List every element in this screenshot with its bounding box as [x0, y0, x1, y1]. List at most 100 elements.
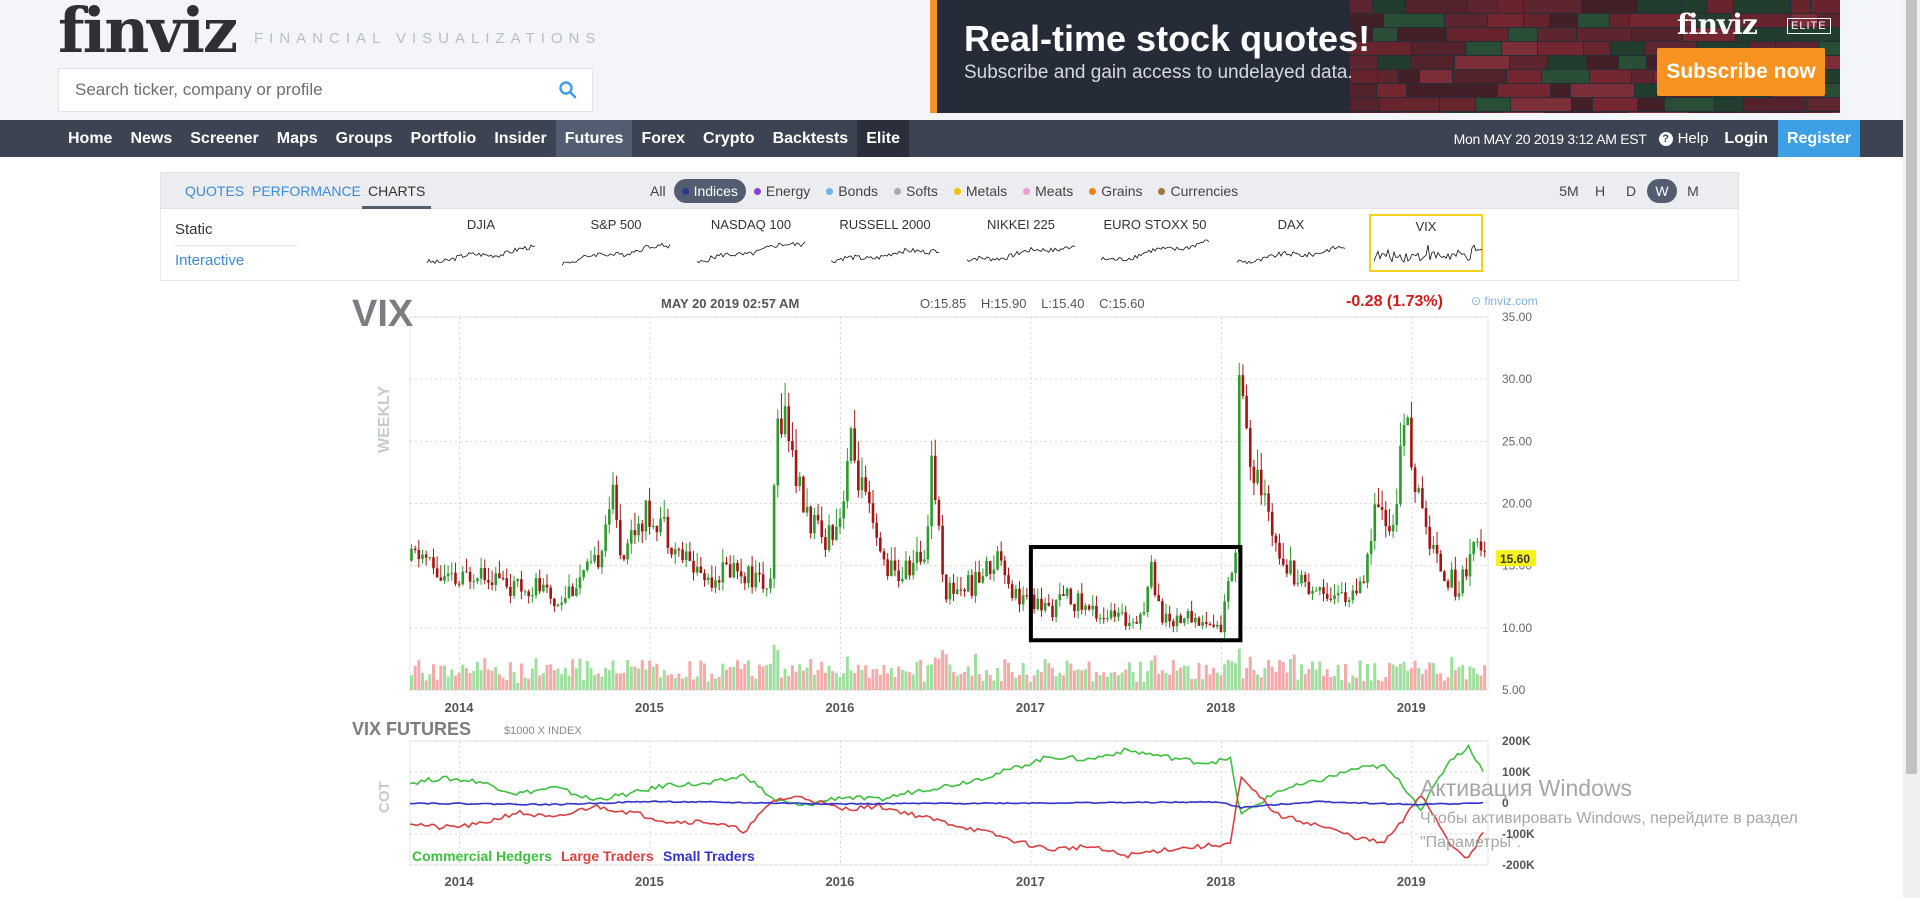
candle-body	[922, 559, 926, 562]
timeframe-h[interactable]: H	[1585, 179, 1615, 203]
mini-chart-s-p-500[interactable]: S&P 500	[559, 214, 673, 272]
chart-open: O:15.85	[920, 296, 967, 311]
candle-body	[1347, 600, 1351, 602]
interactive-mode-link[interactable]: Interactive	[175, 252, 244, 269]
timeframe-w[interactable]: W	[1647, 179, 1677, 203]
timeframe-m[interactable]: M	[1678, 179, 1708, 203]
candle-body	[813, 514, 816, 534]
search-icon[interactable]	[558, 80, 578, 100]
candle-body	[1248, 428, 1252, 467]
candle-body	[966, 575, 970, 592]
volume-bar	[1032, 675, 1036, 690]
candle-body	[479, 567, 483, 579]
candle-body	[476, 578, 479, 582]
promo-banner[interactable]: Real-time stock quotes! Subscribe and ga…	[930, 0, 1840, 113]
chart-brand[interactable]: ⊙ finviz.com	[1471, 294, 1538, 308]
timeframe-d[interactable]: D	[1616, 179, 1646, 203]
candle-body	[1289, 560, 1292, 574]
group-filter-bonds[interactable]: Bonds	[818, 179, 886, 203]
nav-item-crypto[interactable]: Crypto	[694, 120, 764, 157]
volume-bar	[618, 673, 622, 690]
candle-body	[1205, 622, 1208, 624]
finviz-logo[interactable]: finviz	[58, 0, 238, 62]
candle-body	[717, 580, 721, 583]
group-filter-indices[interactable]: Indices	[673, 179, 746, 203]
volume-bar	[450, 669, 454, 690]
mini-chart-euro-stoxx-50[interactable]: EURO STOXX 50	[1098, 214, 1212, 272]
vix-chart[interactable]: 35.0030.0025.0020.0015.0010.005.00201420…	[0, 285, 1920, 898]
volume-bar	[897, 666, 901, 690]
help-icon[interactable]: ?	[1658, 131, 1673, 146]
help-link[interactable]: Help	[1678, 130, 1709, 147]
candle-body	[666, 516, 670, 548]
volume-bar	[1102, 672, 1106, 690]
banner-heat-cell	[1498, 0, 1523, 13]
nav-item-forex[interactable]: Forex	[632, 120, 694, 157]
group-filter-softs[interactable]: Softs	[886, 179, 946, 203]
nav-item-home[interactable]: Home	[59, 120, 121, 157]
volume-bar	[1208, 674, 1212, 690]
volume-bar	[1285, 672, 1289, 690]
candle-body	[1102, 618, 1106, 620]
banner-heat-cell	[1445, 14, 1487, 27]
scrollbar-thumb[interactable]	[1906, 0, 1917, 774]
tab-charts[interactable]: CHARTS	[362, 173, 432, 209]
nav-item-screener[interactable]: Screener	[181, 120, 268, 157]
candle-body	[1336, 593, 1340, 596]
nav-item-news[interactable]: News	[121, 120, 181, 157]
nav-item-insider[interactable]: Insider	[485, 120, 555, 157]
volume-bar	[699, 660, 703, 690]
mini-chart-nasdaq-100[interactable]: NASDAQ 100	[694, 214, 808, 272]
nav-item-futures[interactable]: Futures	[555, 120, 633, 157]
nav-item-maps[interactable]: Maps	[268, 120, 327, 157]
group-filter-metals[interactable]: Metals	[946, 179, 1015, 203]
nav-item-portfolio[interactable]: Portfolio	[402, 120, 486, 157]
subscribe-button[interactable]: Subscribe now	[1657, 48, 1825, 96]
static-mode-link[interactable]: Static	[175, 221, 213, 238]
login-link[interactable]: Login	[1724, 130, 1768, 148]
group-filter-grains[interactable]: Grains	[1081, 179, 1150, 203]
group-filter-currencies[interactable]: Currencies	[1150, 179, 1246, 203]
tab-quotes[interactable]: QUOTES	[185, 173, 244, 209]
candle-body	[739, 571, 743, 577]
mini-chart-dax[interactable]: DAX	[1234, 214, 1348, 272]
search-box[interactable]	[58, 68, 593, 112]
volume-bar	[626, 659, 630, 690]
group-filter-all[interactable]: All	[642, 179, 674, 203]
group-filter-energy[interactable]: Energy	[746, 179, 818, 203]
cot-x-tick: 2015	[635, 874, 664, 889]
volume-bar	[845, 656, 849, 690]
nav-item-elite[interactable]: Elite	[857, 120, 909, 157]
candle-body	[1303, 574, 1307, 582]
banner-heat-cell	[1584, 42, 1610, 55]
volume-bar	[772, 644, 776, 690]
volume-bar	[1234, 663, 1238, 690]
group-filter-meats[interactable]: Meats	[1015, 179, 1081, 203]
candle-body	[955, 589, 959, 594]
nav-item-groups[interactable]: Groups	[327, 120, 402, 157]
volume-bar	[1146, 671, 1150, 690]
mini-chart-nikkei-225[interactable]: NIKKEI 225	[964, 214, 1078, 272]
timeframe-5m[interactable]: 5M	[1554, 179, 1584, 203]
volume-bar	[1131, 672, 1135, 690]
volume-bar	[732, 666, 736, 690]
mini-chart-djia[interactable]: DJIA	[424, 214, 538, 272]
nav-item-backtests[interactable]: Backtests	[764, 120, 858, 157]
candle-body	[596, 555, 600, 568]
candle-body	[1241, 375, 1245, 396]
candle-body	[714, 580, 717, 588]
candle-body	[948, 582, 952, 600]
mini-chart-vix[interactable]: VIX	[1369, 214, 1483, 272]
volume-bar	[1094, 671, 1098, 690]
tab-performance[interactable]: PERFORMANCE	[252, 173, 361, 209]
candle-body	[538, 578, 541, 592]
candle-body	[435, 568, 439, 578]
search-input[interactable]	[75, 69, 545, 111]
volume-bar	[563, 667, 567, 690]
register-button[interactable]: Register	[1777, 120, 1860, 157]
candle-body	[1219, 624, 1223, 633]
mini-chart-russell-2000[interactable]: RUSSELL 2000	[828, 214, 942, 272]
volume-bar	[714, 678, 718, 690]
page-scrollbar[interactable]	[1903, 0, 1920, 898]
volume-bar	[1256, 674, 1260, 690]
